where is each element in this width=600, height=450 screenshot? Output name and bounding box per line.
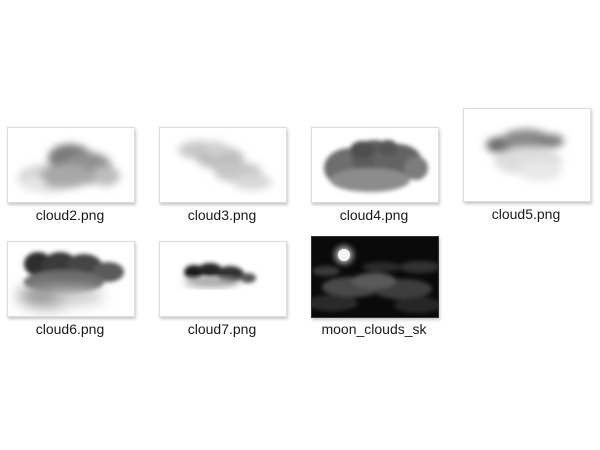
file-explorer-view: { "files": [ {"name": "cloud2.png", "thu… [0,0,600,450]
file-thumbnail[interactable] [159,241,287,317]
file-name[interactable]: moon_clouds_sk [301,321,447,337]
file-name[interactable]: cloud3.png [149,207,295,223]
file-thumbnail[interactable] [311,236,439,318]
cloud-image [18,252,124,308]
file-thumbnail[interactable] [311,127,439,203]
file-thumbnail[interactable] [159,127,287,203]
file-name[interactable]: cloud6.png [0,321,143,337]
cloud-image [486,129,564,181]
file-thumbnail[interactable] [463,108,591,202]
cloud-image [178,141,272,190]
file-thumbnail[interactable] [7,241,135,317]
cloud-image [324,140,428,192]
file-name[interactable]: cloud4.png [301,207,447,223]
moon-night-sky-image [312,237,438,317]
file-name[interactable]: cloud5.png [453,206,599,222]
cloud-image [18,144,120,192]
file-name[interactable]: cloud2.png [0,207,143,223]
file-thumbnail[interactable] [7,127,135,203]
file-name[interactable]: cloud7.png [149,321,295,337]
cloud-image [184,263,256,287]
